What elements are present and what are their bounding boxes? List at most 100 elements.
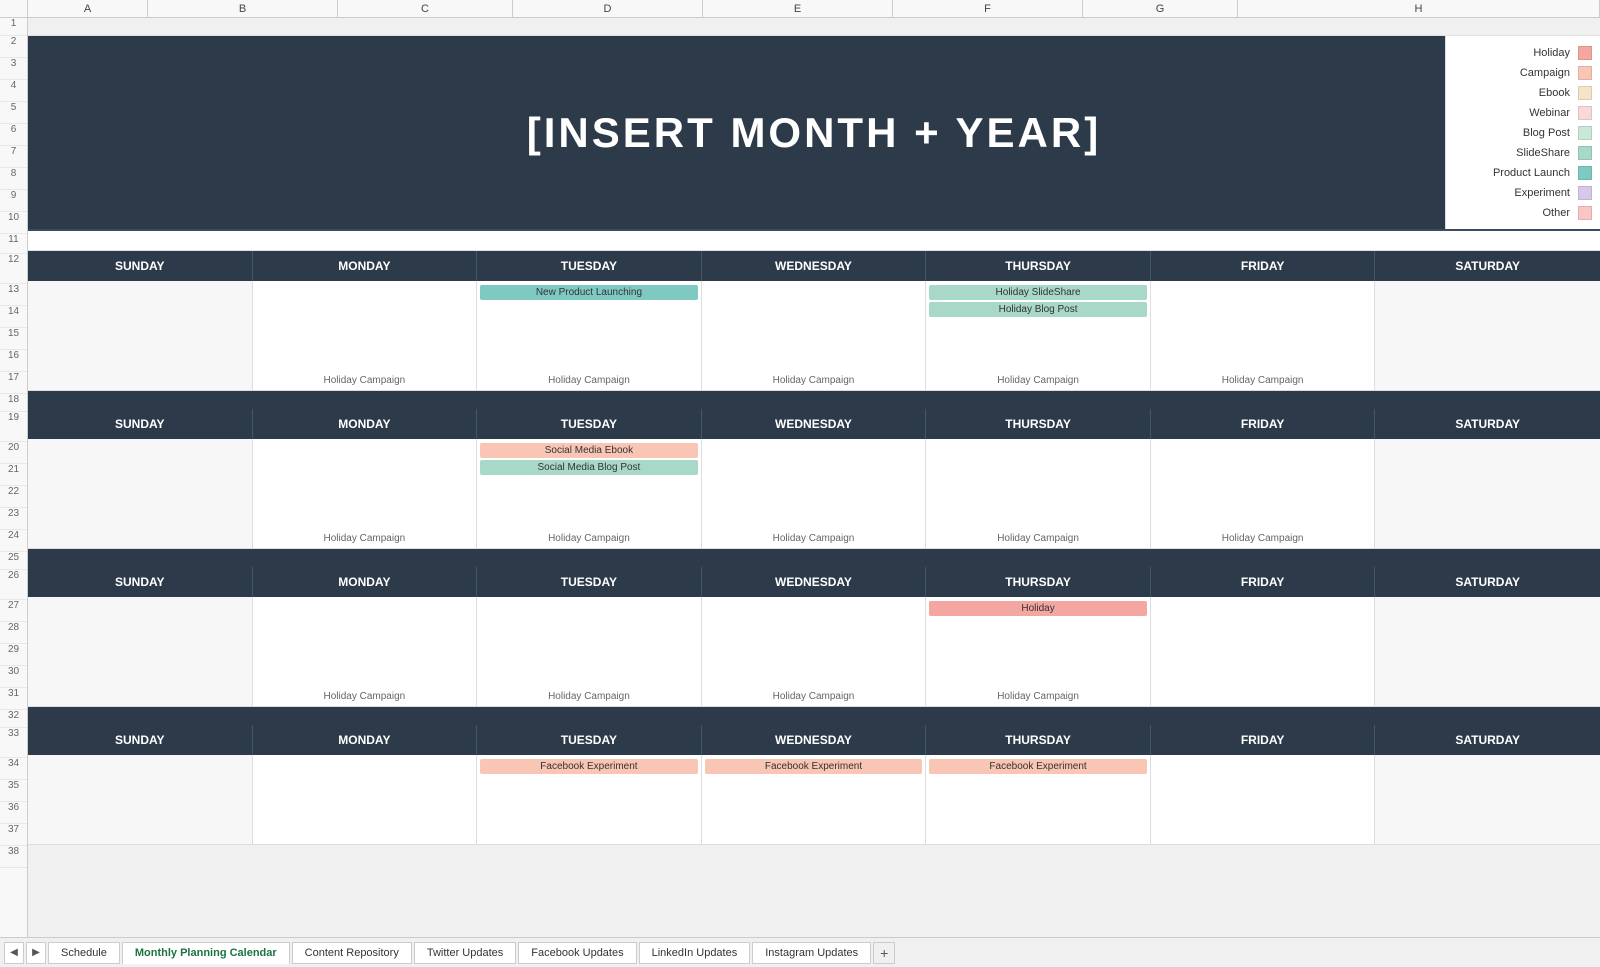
separator-row-32 — [28, 707, 1600, 725]
tab-instagram-updates[interactable]: Instagram Updates — [752, 942, 871, 964]
week3-tuesday-header: TUESDAY — [477, 567, 702, 597]
col-c: C — [338, 0, 513, 17]
separator-row-11 — [28, 231, 1600, 251]
week1-cells: Holiday Campaign New Product Launching H… — [28, 281, 1600, 391]
week4-wednesday-header: WEDNESDAY — [702, 725, 927, 755]
week2-monday-header: MONDAY — [253, 409, 478, 439]
week4-saturday-cell — [1375, 755, 1600, 845]
legend-swatch-experiment — [1578, 186, 1592, 200]
legend-item-experiment: Experiment — [1446, 183, 1600, 203]
week1-thursday-campaign: Holiday Campaign — [926, 375, 1150, 386]
week4-friday-header: FRIDAY — [1151, 725, 1376, 755]
week3-saturday-cell — [1375, 597, 1600, 707]
week4-saturday-header: SATURDAY — [1375, 725, 1600, 755]
legend-item-holiday: Holiday — [1446, 43, 1600, 63]
legend-item-blogpost: Blog Post — [1446, 123, 1600, 143]
legend-swatch-holiday — [1578, 46, 1592, 60]
calendar-title: [INSERT MONTH + YEAR] — [527, 109, 1101, 157]
week4-monday-cell — [253, 755, 478, 845]
week2-thursday-campaign: Holiday Campaign — [926, 533, 1150, 544]
week1-wednesday-header: WEDNESDAY — [702, 251, 927, 281]
week3-monday-header: MONDAY — [253, 567, 478, 597]
week4-thursday-cell: Facebook Experiment — [926, 755, 1151, 845]
week1-thursday-header: THURSDAY — [926, 251, 1151, 281]
week2-thursday-cell: Holiday Campaign — [926, 439, 1151, 549]
week3-sunday-header: SUNDAY — [28, 567, 253, 597]
week3-thursday-header: THURSDAY — [926, 567, 1151, 597]
week1-monday-header: MONDAY — [253, 251, 478, 281]
separator-row-25 — [28, 549, 1600, 567]
week-4: SUNDAY MONDAY TUESDAY WEDNESDAY THURSDAY… — [28, 725, 1600, 845]
legend-swatch-webinar — [1578, 106, 1592, 120]
week1-tuesday-event-product: New Product Launching — [480, 285, 698, 300]
week1-wednesday-campaign: Holiday Campaign — [702, 375, 926, 386]
week4-tuesday-event-experiment: Facebook Experiment — [480, 759, 698, 774]
week3-thursday-campaign: Holiday Campaign — [926, 691, 1150, 702]
legend-label-experiment: Experiment — [1514, 187, 1570, 199]
legend-label-webinar: Webinar — [1529, 107, 1570, 119]
week-3: SUNDAY MONDAY TUESDAY WEDNESDAY THURSDAY… — [28, 567, 1600, 707]
week2-tuesday-event-ebook: Social Media Ebook — [480, 443, 698, 458]
legend-label-campaign: Campaign — [1520, 67, 1570, 79]
week3-thursday-event-holiday: Holiday — [929, 601, 1147, 616]
legend-swatch-blogpost — [1578, 126, 1592, 140]
week3-headers: SUNDAY MONDAY TUESDAY WEDNESDAY THURSDAY… — [28, 567, 1600, 597]
tab-prev-button[interactable]: ◀ — [4, 942, 24, 964]
week4-sunday-cell — [28, 755, 253, 845]
tab-next-button[interactable]: ▶ — [26, 942, 46, 964]
week1-tuesday-campaign: Holiday Campaign — [477, 375, 701, 386]
tab-add-button[interactable]: + — [873, 942, 895, 964]
week3-saturday-header: SATURDAY — [1375, 567, 1600, 597]
week2-wednesday-header: WEDNESDAY — [702, 409, 927, 439]
week4-tuesday-cell: Facebook Experiment — [477, 755, 702, 845]
legend-item-slideshare: SlideShare — [1446, 143, 1600, 163]
week4-tuesday-header: TUESDAY — [477, 725, 702, 755]
week3-monday-cell: Holiday Campaign — [253, 597, 478, 707]
legend-item-productlaunch: Product Launch — [1446, 163, 1600, 183]
week2-saturday-cell — [1375, 439, 1600, 549]
week3-wednesday-header: WEDNESDAY — [702, 567, 927, 597]
spreadsheet-container: A B C D E F G H 1 2 3 4 5 6 7 8 9 10 11 … — [0, 0, 1600, 967]
legend-swatch-productlaunch — [1578, 166, 1592, 180]
tab-content-repository[interactable]: Content Repository — [292, 942, 412, 964]
row-numbers-column: 1 2 3 4 5 6 7 8 9 10 11 12 13 14 15 16 1… — [0, 18, 28, 937]
week2-monday-cell: Holiday Campaign — [253, 439, 478, 549]
week2-tuesday-header: TUESDAY — [477, 409, 702, 439]
column-headers: A B C D E F G H — [0, 0, 1600, 18]
week2-cells: Holiday Campaign Social Media Ebook Soci… — [28, 439, 1600, 549]
week4-cells: Facebook Experiment Facebook Experiment … — [28, 755, 1600, 845]
week2-monday-campaign: Holiday Campaign — [253, 533, 477, 544]
week2-wednesday-campaign: Holiday Campaign — [702, 533, 926, 544]
week2-headers: SUNDAY MONDAY TUESDAY WEDNESDAY THURSDAY… — [28, 409, 1600, 439]
tab-linkedin-updates[interactable]: LinkedIn Updates — [639, 942, 751, 964]
col-d: D — [513, 0, 703, 17]
week2-friday-cell: Holiday Campaign — [1151, 439, 1376, 549]
legend-swatch-ebook — [1578, 86, 1592, 100]
week-1: SUNDAY MONDAY TUESDAY WEDNESDAY THURSDAY… — [28, 251, 1600, 391]
week1-friday-cell: Holiday Campaign — [1151, 281, 1376, 391]
week2-saturday-header: SATURDAY — [1375, 409, 1600, 439]
tab-monthly-planning-calendar[interactable]: Monthly Planning Calendar — [122, 942, 290, 964]
tab-twitter-updates[interactable]: Twitter Updates — [414, 942, 516, 964]
week4-wednesday-event-experiment: Facebook Experiment — [705, 759, 923, 774]
week3-thursday-cell: Holiday Holiday Campaign — [926, 597, 1151, 707]
week4-friday-cell — [1151, 755, 1376, 845]
week4-sunday-header: SUNDAY — [28, 725, 253, 755]
tab-facebook-updates[interactable]: Facebook Updates — [518, 942, 636, 964]
week1-thursday-cell: Holiday SlideShare Holiday Blog Post Hol… — [926, 281, 1151, 391]
tab-schedule[interactable]: Schedule — [48, 942, 120, 964]
legend-label-slideshare: SlideShare — [1516, 147, 1570, 159]
legend-item-other: Other — [1446, 203, 1600, 223]
week1-monday-campaign: Holiday Campaign — [253, 375, 477, 386]
week1-friday-header: FRIDAY — [1151, 251, 1376, 281]
week4-monday-header: MONDAY — [253, 725, 478, 755]
week3-friday-cell — [1151, 597, 1376, 707]
week4-headers: SUNDAY MONDAY TUESDAY WEDNESDAY THURSDAY… — [28, 725, 1600, 755]
week2-thursday-header: THURSDAY — [926, 409, 1151, 439]
week4-thursday-header: THURSDAY — [926, 725, 1151, 755]
week2-friday-campaign: Holiday Campaign — [1151, 533, 1375, 544]
col-a: A — [28, 0, 148, 17]
week4-thursday-event-experiment: Facebook Experiment — [929, 759, 1147, 774]
legend-item-campaign: Campaign — [1446, 63, 1600, 83]
week1-thursday-event-slideshare: Holiday SlideShare — [929, 285, 1147, 300]
